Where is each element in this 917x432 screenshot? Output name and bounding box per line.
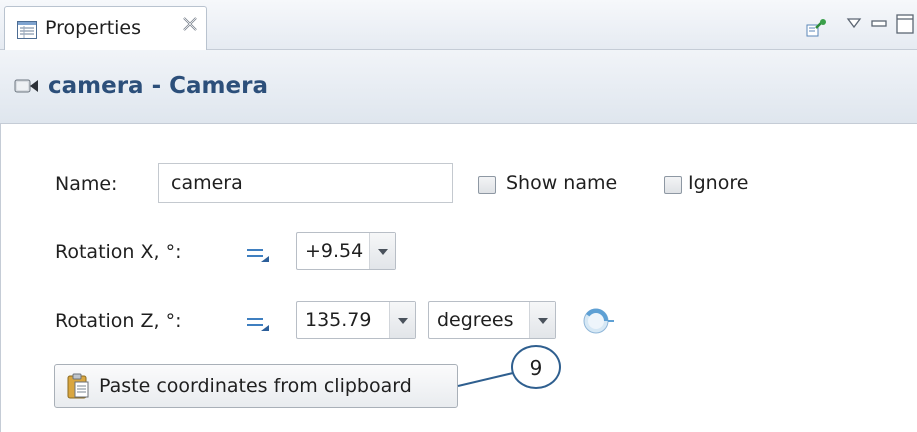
name-field[interactable] <box>158 163 453 203</box>
chevron-down-icon <box>378 249 388 255</box>
equals-link-icon[interactable] <box>245 315 271 337</box>
unit-combo[interactable]: degrees <box>428 301 556 339</box>
ignore-label: Ignore <box>688 172 749 194</box>
unit-dropdown[interactable] <box>529 302 555 338</box>
rotation-z-dropdown[interactable] <box>389 302 415 338</box>
view-tab-bar: Properties <box>0 0 917 50</box>
name-label: Name: <box>55 173 118 195</box>
panel-border <box>0 124 1 432</box>
callout-badge: 9 <box>511 345 561 389</box>
paste-coordinates-button[interactable]: Paste coordinates from clipboard <box>54 364 458 408</box>
ignore-checkbox[interactable] <box>664 176 682 194</box>
unit-value: degrees <box>437 309 514 331</box>
tab-properties[interactable]: Properties <box>4 6 207 50</box>
show-name-label: Show name <box>506 172 618 194</box>
rotation-z-value: 135.79 <box>305 309 372 331</box>
rotation-z-label: Rotation Z, °: <box>55 310 182 332</box>
clipboard-icon <box>67 373 89 403</box>
maximize-icon[interactable] <box>896 14 914 38</box>
angle-dial-icon[interactable] <box>582 306 616 340</box>
rotation-x-combo[interactable]: +9.54 <box>296 232 396 270</box>
callout-number: 9 <box>529 356 543 380</box>
equals-link-icon[interactable] <box>245 246 271 268</box>
rotation-x-label: Rotation X, °: <box>55 241 182 263</box>
close-icon[interactable] <box>181 15 199 38</box>
show-name-checkbox[interactable] <box>478 176 496 194</box>
minimize-icon[interactable] <box>871 14 887 33</box>
page-title: camera - Camera <box>48 73 268 99</box>
pin-icon[interactable] <box>806 18 828 42</box>
chevron-down-icon <box>538 318 548 324</box>
rotation-x-dropdown[interactable] <box>369 233 395 269</box>
camera-icon <box>14 78 40 98</box>
rotation-x-value: +9.54 <box>305 240 364 262</box>
tab-label: Properties <box>45 17 142 39</box>
properties-header: camera - Camera <box>0 50 917 124</box>
chevron-down-icon <box>398 318 408 324</box>
view-menu-icon[interactable] <box>846 14 862 33</box>
paste-button-label: Paste coordinates from clipboard <box>99 375 412 397</box>
properties-icon <box>17 21 37 43</box>
rotation-z-combo[interactable]: 135.79 <box>296 301 416 339</box>
